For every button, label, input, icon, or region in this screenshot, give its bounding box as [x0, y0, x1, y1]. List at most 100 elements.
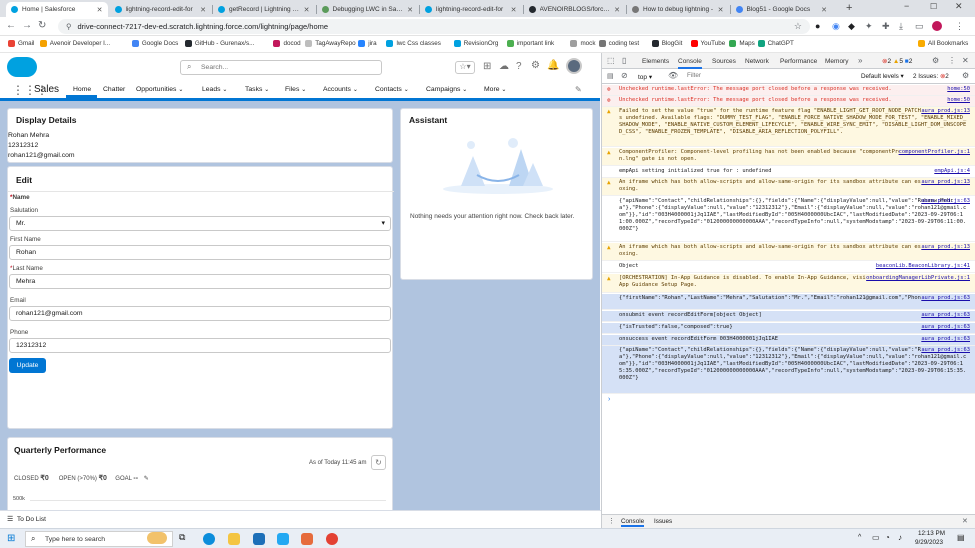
bookmark-item[interactable]: RevisionOrg [453, 40, 498, 47]
todo-list-button[interactable]: To Do List [17, 516, 46, 523]
profile-avatar[interactable] [932, 21, 942, 31]
console-message[interactable]: onsubmit event recordEditForm[object Obj… [602, 311, 975, 322]
chevron-down-icon[interactable]: ⌄ [353, 87, 358, 93]
tab-close-icon[interactable]: ✕ [718, 6, 724, 14]
drawer-tab-console[interactable]: Console [621, 518, 645, 527]
nav-item-accounts[interactable]: Accounts ⌄ [323, 86, 358, 93]
tab-close-icon[interactable]: ✕ [614, 6, 620, 14]
error-count[interactable]: ⊗2 ▲5 ■2 [882, 57, 912, 65]
close-drawer-icon[interactable]: ✕ [962, 517, 968, 525]
console-source-link[interactable]: onboardingManagerLibPrivate.js:1 [866, 275, 970, 282]
console-message[interactable]: ▲ An iframe which has both allow-scripts … [602, 243, 975, 261]
edit-goal-icon[interactable]: ✎ [144, 476, 149, 482]
inspect-icon[interactable]: ⬚ [607, 56, 615, 65]
tab-close-icon[interactable]: ✕ [407, 6, 413, 14]
browser-tab[interactable]: getRecord | Lightning We ✕ [213, 2, 315, 17]
devtools-tab-console[interactable]: Console [678, 58, 702, 69]
devtools-tab-performance[interactable]: Performance [780, 58, 817, 65]
console-source-link[interactable]: empApi.js:4 [934, 168, 970, 175]
edit-nav-icon[interactable]: ✎ [575, 85, 582, 94]
nav-item-campaigns[interactable]: Campaigns ⌄ [426, 86, 467, 93]
explorer-icon[interactable] [228, 533, 240, 545]
devtools-tab-elements[interactable]: Elements [642, 58, 669, 65]
issues-button[interactable]: 2 Issues: ⊗2 [913, 73, 949, 80]
console-message[interactable]: onsuccess event recordEditForm 003H40000… [602, 335, 975, 346]
email-input[interactable]: rohan121@gmail.com [9, 306, 391, 321]
menu-icon[interactable]: ⋮ [955, 21, 964, 32]
nav-item-chatter[interactable]: Chatter [103, 86, 125, 93]
console-source-link[interactable]: beaconLib.BeaconLibrary.js:41 [876, 263, 970, 270]
console-message[interactable]: ⊗ Unchecked runtime.lastError: The messag… [602, 85, 975, 96]
new-tab-icon[interactable]: + [846, 2, 852, 14]
tab-close-icon[interactable]: ✕ [511, 6, 517, 14]
salesforce-logo[interactable] [7, 57, 37, 77]
console-message[interactable]: {"apiName":"Contact","childRelationships… [602, 197, 975, 242]
setup-gear-icon[interactable]: ⚙ [531, 60, 540, 71]
nav-item-more[interactable]: More ⌄ [484, 86, 506, 93]
last-name-input[interactable]: Mehra [9, 274, 391, 289]
devtools-tab-network[interactable]: Network [745, 58, 769, 65]
console-settings-icon[interactable]: ⚙ [962, 71, 969, 80]
extension-icon[interactable]: ✦ [865, 21, 873, 32]
browser-tab[interactable]: Blog51 - Google Docs ✕ [731, 2, 833, 17]
update-button[interactable]: Update [9, 358, 46, 373]
console-message[interactable]: {"firstName":"Rohan","LastName":"Mehra",… [602, 294, 975, 310]
chevron-down-icon[interactable]: ⌄ [301, 87, 306, 93]
close-devtools-icon[interactable]: ✕ [962, 56, 969, 65]
notification-center-icon[interactable]: ▤ [957, 533, 965, 542]
clock-time[interactable]: 12:13 PM [918, 530, 945, 537]
drawer-tab-issues[interactable]: Issues [654, 518, 672, 525]
chevron-down-icon[interactable]: ⌄ [178, 87, 183, 93]
bookmark-item[interactable]: jira [358, 40, 377, 47]
site-info-icon[interactable]: ⚲ [66, 22, 72, 31]
console-source-link[interactable]: home:50 [947, 86, 970, 93]
maximize-icon[interactable]: ☐ [930, 2, 937, 11]
browser-tab[interactable]: Home | Salesforce ✕ [6, 2, 108, 17]
console-source-link[interactable]: aura_prod.js:63 [921, 312, 970, 319]
task-view-icon[interactable]: ⧉ [179, 532, 185, 543]
downloads-icon[interactable]: ⤓ [899, 21, 903, 32]
trailhead-icon[interactable]: ☁ [499, 61, 509, 72]
vscode-icon[interactable] [277, 533, 289, 545]
browser-tab[interactable]: lightning-record-edit-for ✕ [110, 2, 212, 17]
console-message[interactable]: {"apiName":"Contact","childRelationships… [602, 346, 975, 394]
console-message[interactable]: ▲ Failed to set the value "true" for the … [602, 107, 975, 147]
console-source-link[interactable]: aura_prod.js:13 [921, 179, 970, 186]
wifi-icon[interactable]: ◔ [885, 533, 890, 542]
bookmark-item[interactable]: YouTube [690, 40, 725, 47]
todo-list-icon[interactable]: ☰ [7, 515, 13, 523]
live-expression-icon[interactable]: 👁 [668, 71, 678, 80]
chevron-down-icon[interactable]: ⌄ [222, 87, 227, 93]
console-message[interactable]: ▲ An iframe which has both allow-scripts … [602, 178, 975, 196]
volume-icon[interactable]: ♪ [898, 533, 902, 542]
console-source-link[interactable]: aura_prod.js:13 [921, 108, 970, 115]
chevron-down-icon[interactable]: ⌄ [501, 87, 506, 93]
nav-item-files[interactable]: Files ⌄ [285, 86, 306, 93]
notifications-bell-icon[interactable]: 🔔 [547, 60, 559, 71]
devtools-tab-sources[interactable]: Sources [712, 58, 736, 65]
context-select[interactable]: top ▾ [638, 73, 652, 81]
browser-tab[interactable]: lightning-record-edit-for ✕ [420, 2, 522, 17]
salutation-select[interactable]: Mr. ▾ [9, 216, 391, 231]
bookmark-item[interactable]: coding test [598, 40, 639, 47]
console-source-link[interactable]: aura_prod.js:63 [921, 295, 970, 302]
browser-tab[interactable]: Debugging LWC in Salesf ✕ [317, 2, 419, 17]
console-source-link[interactable]: aura_prod.js:63 [921, 347, 970, 354]
bookmark-item[interactable]: Avenoir Developer I... [39, 40, 110, 47]
settings-gear-icon[interactable]: ⚙ [932, 56, 939, 65]
console-message[interactable]: empApi setting initialized true for : un… [602, 167, 975, 178]
console-message[interactable]: ⊗ Unchecked runtime.lastError: The messag… [602, 96, 975, 107]
bookmark-item[interactable]: important link [506, 40, 554, 47]
nav-item-tasks[interactable]: Tasks ⌄ [245, 86, 269, 93]
tab-close-icon[interactable]: ✕ [821, 6, 827, 14]
address-bar[interactable]: ⚲ drive-connect-7217-dev-ed.scratch.ligh… [58, 19, 810, 34]
bookmark-item[interactable]: BlogGit [651, 40, 682, 47]
global-actions-icon[interactable]: ⊞ [483, 61, 491, 72]
windows-start-icon[interactable]: ⊞ [7, 533, 15, 544]
mail-icon[interactable] [253, 533, 265, 545]
bookmark-item[interactable]: GitHub - Gurenax/s... [184, 40, 254, 47]
bookmark-item[interactable]: Maps [729, 40, 755, 47]
close-window-icon[interactable]: ✕ [955, 1, 963, 12]
console-source-link[interactable]: aura_prod.js:63 [921, 324, 970, 331]
help-icon[interactable]: ? [516, 61, 522, 72]
